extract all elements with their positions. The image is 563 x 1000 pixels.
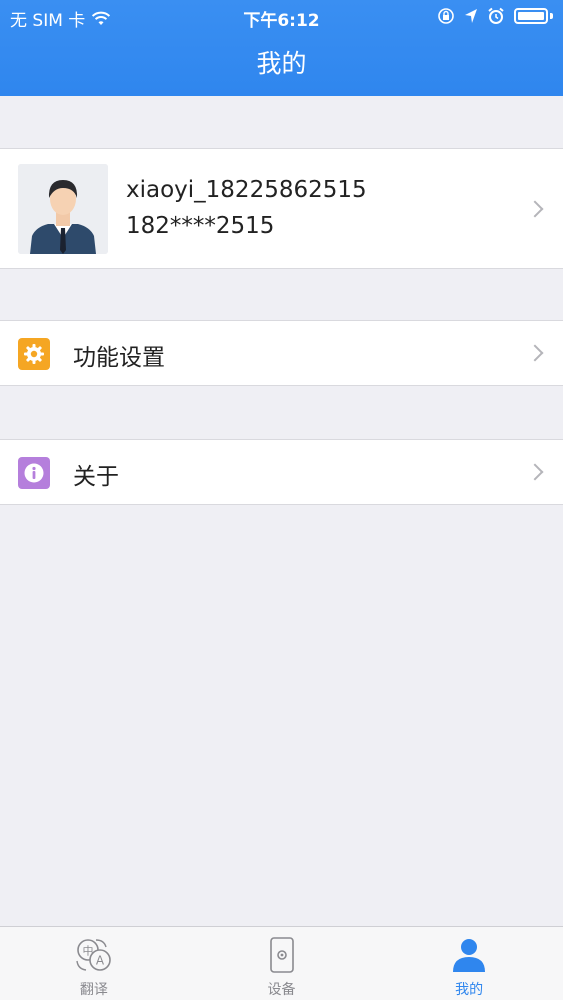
status-bar: 无 SIM 卡 下午6:12	[0, 0, 563, 34]
settings-row[interactable]: 功能设置	[0, 320, 563, 386]
location-icon	[465, 9, 477, 23]
profile-card[interactable]: xiaoyi_18225862515 182****2515	[0, 148, 563, 269]
chevron-right-icon	[526, 200, 544, 218]
battery-icon	[514, 8, 548, 24]
user-icon	[451, 935, 487, 975]
info-icon	[18, 457, 50, 489]
tab-bar: 中 A 翻译 设备 我的	[0, 926, 563, 1000]
header: 无 SIM 卡 下午6:12 我的	[0, 0, 563, 96]
tab-label: 设备	[267, 982, 296, 998]
orientation-lock-icon	[438, 8, 454, 24]
user-avatar-icon	[18, 164, 108, 254]
status-right	[437, 7, 553, 25]
tab-device[interactable]: 设备	[188, 927, 376, 1000]
tab-translate[interactable]: 中 A 翻译	[0, 927, 188, 1000]
tab-label: 翻译	[79, 982, 108, 998]
battery-tip	[550, 13, 553, 19]
about-label: 关于	[73, 464, 119, 490]
page-title: 我的	[256, 49, 307, 78]
settings-label: 功能设置	[73, 345, 165, 371]
translate-icon: 中 A	[74, 935, 114, 975]
username: xiaoyi_18225862515	[126, 177, 367, 203]
svg-text:A: A	[96, 954, 105, 968]
device-icon	[269, 935, 295, 975]
tab-mine[interactable]: 我的	[375, 927, 563, 1000]
tab-label: 我的	[455, 982, 484, 998]
chevron-right-icon	[526, 463, 544, 481]
about-row[interactable]: 关于	[0, 439, 563, 505]
gear-icon	[18, 338, 50, 370]
alarm-icon	[488, 7, 504, 24]
user-phone: 182****2515	[126, 213, 275, 239]
chevron-right-icon	[526, 344, 544, 362]
